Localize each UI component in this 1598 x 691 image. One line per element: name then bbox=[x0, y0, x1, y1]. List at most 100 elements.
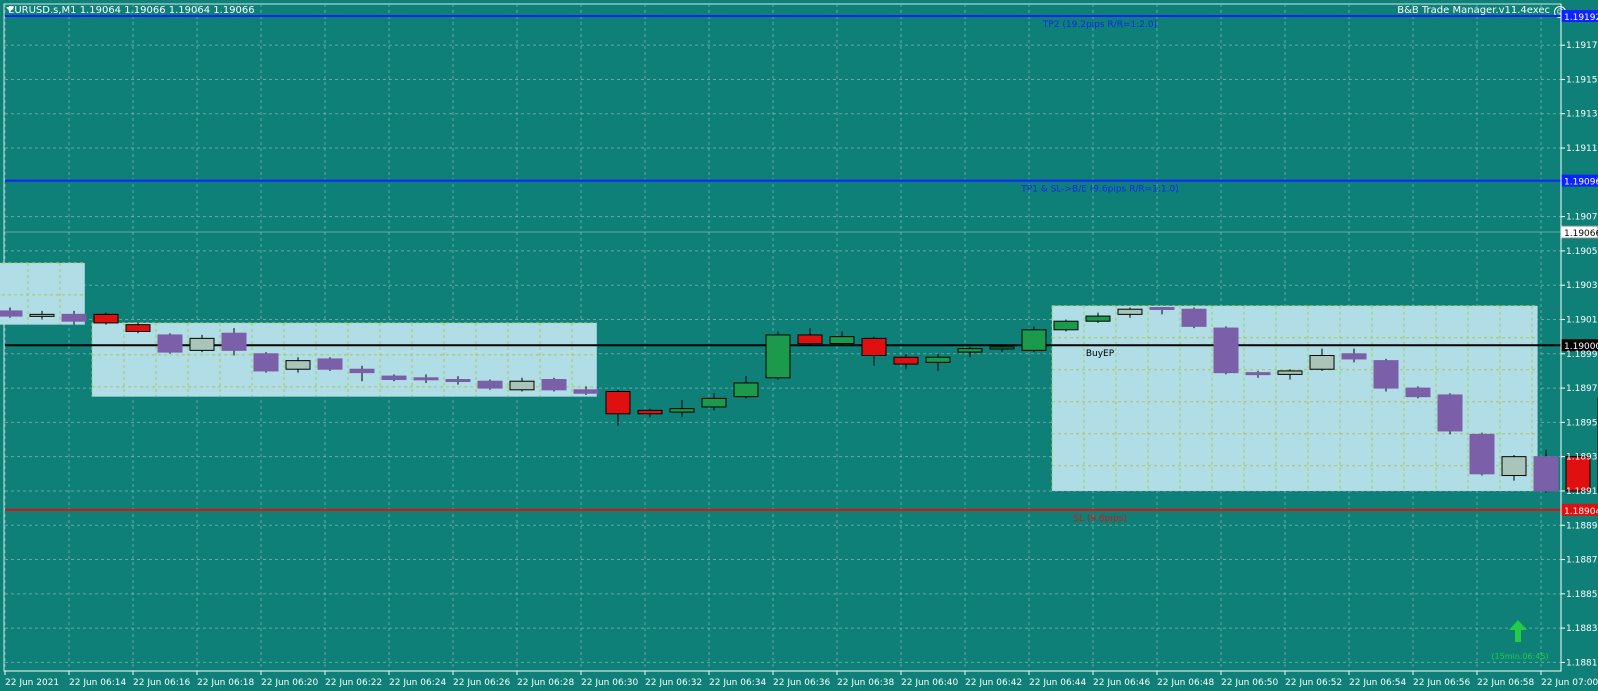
candle-body[interactable] bbox=[573, 389, 599, 394]
current-price-label: 1.19066 bbox=[1564, 229, 1598, 239]
candle-body[interactable] bbox=[541, 379, 567, 391]
candle-body[interactable] bbox=[1469, 433, 1495, 475]
candle-body[interactable] bbox=[797, 334, 823, 345]
candle-body[interactable] bbox=[957, 348, 983, 353]
x-tick-label: 22 Jun 06:14 bbox=[69, 678, 126, 688]
x-tick-label: 22 Jun 06:34 bbox=[709, 678, 766, 688]
candle-body[interactable] bbox=[349, 368, 375, 374]
candle-body[interactable] bbox=[1053, 320, 1079, 331]
chart-canvas[interactable]: 1.19192 TP2 (19.2pips R/R=1:2.0) 1.19096 TP… bbox=[0, 0, 1598, 691]
candle-body[interactable] bbox=[893, 356, 919, 365]
candle-body[interactable] bbox=[0, 310, 23, 317]
candle-body[interactable] bbox=[285, 360, 311, 370]
y-tick-label: 1.18875 bbox=[1566, 556, 1598, 566]
x-tick-label: 22 Jun 06:50 bbox=[1221, 678, 1278, 688]
x-tick-label: 22 Jun 06:38 bbox=[837, 678, 894, 688]
y-tick-label: 1.18835 bbox=[1566, 624, 1598, 634]
candle-body[interactable] bbox=[1149, 306, 1175, 310]
candle-body[interactable] bbox=[1405, 387, 1431, 398]
x-tick-label: 22 Jun 06:46 bbox=[1093, 678, 1150, 688]
y-tick-label: 1.18975 bbox=[1566, 384, 1598, 394]
candle-body[interactable] bbox=[1533, 456, 1559, 492]
candle-body[interactable] bbox=[61, 313, 87, 322]
y-tick-label: 1.18855 bbox=[1566, 590, 1598, 600]
candle-body[interactable] bbox=[605, 391, 631, 415]
candle-body[interactable] bbox=[1245, 372, 1271, 376]
candle-body[interactable] bbox=[925, 356, 951, 363]
x-tick-label: 22 Jun 06:24 bbox=[389, 678, 446, 688]
x-tick-label: 22 Jun 06:32 bbox=[645, 678, 702, 688]
level-price-label: 1.19096 bbox=[1564, 178, 1598, 188]
y-tick-label: 1.19115 bbox=[1566, 144, 1598, 154]
candle-body[interactable] bbox=[1085, 315, 1111, 322]
x-tick-label: 22 Jun 06:22 bbox=[325, 678, 382, 688]
candle-body[interactable] bbox=[829, 336, 855, 345]
candle-body[interactable] bbox=[861, 337, 887, 357]
candle-body[interactable] bbox=[637, 409, 663, 415]
candle-body[interactable] bbox=[477, 380, 503, 389]
zone-box bbox=[1052, 305, 1538, 491]
x-tick-label: 22 Jun 06:40 bbox=[901, 678, 958, 688]
candle-body[interactable] bbox=[989, 346, 1015, 350]
x-tick-label: 22 Jun 2021 bbox=[5, 678, 59, 688]
candle-body[interactable] bbox=[189, 337, 215, 351]
candle-body[interactable] bbox=[1341, 353, 1367, 360]
y-tick-label: 1.19015 bbox=[1566, 315, 1598, 325]
candle-body[interactable] bbox=[157, 334, 183, 353]
candle-body[interactable] bbox=[93, 313, 119, 324]
x-tick-label: 22 Jun 07:00 bbox=[1541, 678, 1598, 688]
candle-body[interactable] bbox=[125, 324, 151, 332]
candle-body[interactable] bbox=[1373, 360, 1399, 389]
x-tick-label: 22 Jun 06:30 bbox=[581, 678, 638, 688]
x-tick-label: 22 Jun 06:42 bbox=[965, 678, 1022, 688]
y-tick-label: 1.18935 bbox=[1566, 453, 1598, 463]
x-tick-label: 22 Jun 06:26 bbox=[453, 678, 510, 688]
candle-body[interactable] bbox=[1181, 308, 1207, 327]
candle-body[interactable] bbox=[701, 397, 727, 408]
x-axis: 22 Jun 2021 22 Jun 06:14 22 Jun 06:16 22 Ju… bbox=[4, 670, 1598, 688]
x-tick-label: 22 Jun 06:52 bbox=[1285, 678, 1342, 688]
candle-body[interactable] bbox=[381, 375, 407, 381]
level-annotation: TP1 & SL->B/E (9.6pips R/R=1:1.0) bbox=[1020, 185, 1178, 195]
level-annotation: TP2 (19.2pips R/R=1:2.0) bbox=[1042, 20, 1157, 30]
x-tick-label: 22 Jun 06:36 bbox=[773, 678, 830, 688]
candle-body[interactable] bbox=[413, 377, 439, 381]
y-tick-label: 1.19175 bbox=[1566, 41, 1598, 51]
x-tick-label: 22 Jun 06:54 bbox=[1349, 678, 1406, 688]
x-tick-label: 22 Jun 06:20 bbox=[261, 678, 318, 688]
candle-body[interactable] bbox=[509, 380, 535, 391]
y-axis: 1.19175 1.19155 1.19135 1.19115 1.19075 1.190… bbox=[1560, 4, 1598, 671]
y-tick-label: 1.19075 bbox=[1566, 213, 1598, 223]
candle-body[interactable] bbox=[1213, 327, 1239, 374]
candle-body[interactable] bbox=[1277, 370, 1303, 375]
candle-body[interactable] bbox=[221, 332, 247, 351]
x-tick-label: 22 Jun 06:58 bbox=[1477, 678, 1534, 688]
level-price-label: 1.19192 bbox=[1564, 13, 1598, 23]
countdown-label: (15min.06:45) bbox=[1491, 652, 1548, 661]
x-tick-label: 22 Jun 06:48 bbox=[1157, 678, 1214, 688]
y-tick-label: 1.18895 bbox=[1566, 521, 1598, 531]
candle-body[interactable] bbox=[445, 379, 471, 383]
y-tick-label: 1.18955 bbox=[1566, 418, 1598, 428]
candle-body[interactable] bbox=[1117, 308, 1143, 315]
x-tick-label: 22 Jun 06:28 bbox=[517, 678, 574, 688]
candle-body[interactable] bbox=[733, 382, 759, 398]
candle-body[interactable] bbox=[317, 358, 343, 370]
candle-body[interactable] bbox=[669, 408, 695, 413]
candle-body[interactable] bbox=[253, 353, 279, 372]
candle-body[interactable] bbox=[1501, 456, 1527, 477]
candle-body[interactable] bbox=[1309, 355, 1335, 370]
candle-body[interactable] bbox=[1437, 394, 1463, 432]
level-annotation: BuyEP bbox=[1086, 349, 1115, 359]
y-tick-label: 1.18995 bbox=[1566, 350, 1598, 360]
y-tick-label: 1.19055 bbox=[1566, 247, 1598, 257]
y-tick-label: 1.18915 bbox=[1566, 487, 1598, 497]
candle-body[interactable] bbox=[765, 334, 791, 379]
x-tick-label: 22 Jun 06:44 bbox=[1029, 678, 1086, 688]
candle-body[interactable] bbox=[29, 313, 55, 317]
y-tick-label: 1.19135 bbox=[1566, 110, 1598, 120]
level-annotation: SL (9.6pips) bbox=[1073, 514, 1127, 524]
x-tick-label: 22 Jun 06:56 bbox=[1413, 678, 1470, 688]
candle-body[interactable] bbox=[1021, 329, 1047, 351]
y-tick-label: 1.18815 bbox=[1566, 658, 1598, 668]
